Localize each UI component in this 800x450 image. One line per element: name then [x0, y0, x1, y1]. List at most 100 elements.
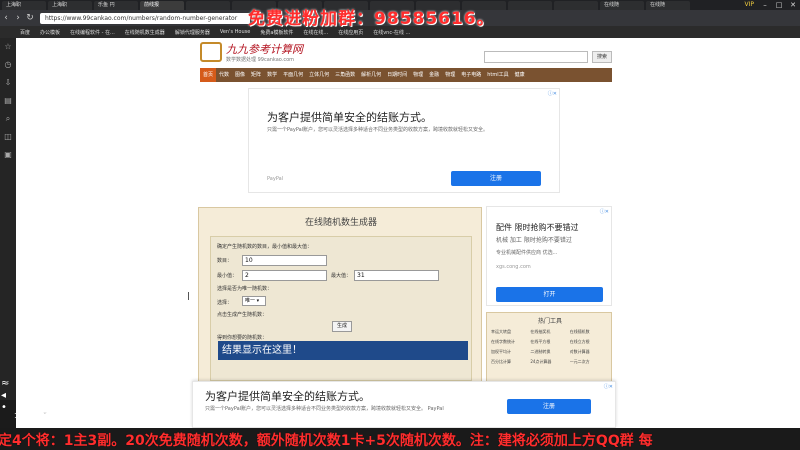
generate-button[interactable]: 生成 — [332, 321, 352, 332]
ad-register-button[interactable]: 注册 — [507, 399, 591, 414]
download-icon[interactable]: ⇩ — [0, 74, 16, 92]
bookmark-item[interactable]: 在线随机数生成器 — [125, 29, 165, 36]
browser-tab[interactable] — [508, 0, 552, 10]
hot-tool-link[interactable]: 幸运大转盘 — [491, 329, 530, 335]
hot-tool-link[interactable]: 百分比计算 — [491, 359, 530, 365]
ad-banner-top[interactable]: ⓘ✕ 为客户提供简单安全的结账方式。 只需一个PayPal账户，您可以灵活选择多… — [248, 88, 560, 193]
nav-item-home[interactable]: 首页 — [200, 68, 217, 82]
result-label: 得到你想要的随机数： — [217, 335, 268, 341]
hot-tool-link[interactable]: 在线抽奖机 — [530, 329, 569, 335]
viewer-counter: 10423188 — [14, 412, 48, 420]
nav-item[interactable]: 平面几何 — [280, 68, 306, 82]
translate-icon[interactable]: ◫ — [0, 128, 16, 146]
max-label: 最大值： — [331, 273, 352, 279]
ad-side-right[interactable]: ⓘ✕ 配件 限时抢购不要错过 机械 加工 限时抢购不要错过 专业机械配件供应商 … — [486, 206, 612, 306]
hot-tools-panel: 热门工具 幸运大转盘 在线抽奖机 在线随机数 在线字数统计 在线平方根 在线立方… — [486, 312, 612, 382]
hot-tool-link[interactable]: 24点计算器 — [530, 359, 569, 365]
count-label: 数目： — [217, 258, 233, 264]
nav-item[interactable]: html工具 — [484, 68, 511, 82]
site-logo-subtitle: 数学数据处理 99cankao.com — [226, 57, 295, 63]
maximize-icon[interactable]: □ — [772, 0, 786, 10]
min-label: 最小值： — [217, 273, 238, 279]
hot-tool-link[interactable]: 二进制转换 — [530, 349, 569, 355]
vip-badge[interactable]: VIP — [745, 0, 755, 10]
browser-tab[interactable]: 乐鱼 円 — [94, 0, 138, 10]
hot-tool-link[interactable]: 在线随机数 — [570, 329, 609, 335]
select-label: 选择： — [217, 300, 233, 306]
browser-tab[interactable]: 上海职 — [2, 0, 46, 10]
nav-item[interactable]: 健康 — [512, 68, 528, 82]
chevron-down-icon: ▾ — [255, 298, 260, 304]
site-logo-icon[interactable] — [200, 42, 222, 62]
ad-info-icon[interactable]: ⓘ✕ — [600, 208, 609, 215]
ad-info-icon[interactable]: ⓘ✕ — [548, 90, 557, 97]
bookmark-item[interactable]: 办公模板 — [40, 29, 60, 36]
hot-tool-link[interactable]: 对数计算器 — [570, 349, 609, 355]
browser-tab[interactable] — [554, 0, 598, 10]
ad-register-button[interactable]: 注册 — [451, 171, 541, 186]
browser-tab-active[interactable]: 前线报 — [140, 0, 184, 10]
bag-icon[interactable]: ▣ — [0, 146, 16, 164]
site-header: 九九参考计算网 数学数据处理 99cankao.com 搜索 — [200, 38, 612, 68]
url-input[interactable]: https://www.99cankao.com/numbers/random-… — [40, 12, 250, 24]
bookmark-item[interactable]: 免费a模板软件 — [260, 29, 293, 36]
browser-sidebar: ☆ ◷ ⇩ ▤ ⌕ ◫ ▣ — [0, 38, 16, 400]
nav-item[interactable]: 三角函数 — [332, 68, 358, 82]
nav-item[interactable]: 物理 — [410, 68, 426, 82]
unique-select[interactable]: 唯一 ▾ — [242, 296, 266, 306]
star-icon[interactable]: ☆ — [0, 38, 16, 56]
bookmark-item[interactable]: 百度 — [20, 29, 30, 36]
nav-item[interactable]: 日期时间 — [384, 68, 410, 82]
click-label: 点击生成产生随机数： — [217, 312, 268, 318]
ad-domain: xgs.cong.com — [496, 264, 531, 270]
ad-info-icon[interactable]: ⓘ✕ — [604, 383, 613, 390]
count-input[interactable]: 10 — [242, 255, 327, 266]
site-search-input[interactable] — [484, 51, 588, 63]
browser-tab[interactable]: 上海职 — [48, 0, 92, 10]
hot-tool-link[interactable]: 加权平均计 — [491, 349, 530, 355]
ad-banner-bottom[interactable]: ⓘ✕ 为客户提供简单安全的结账方式。 只需一个PayPal账户，您可以灵活选择多… — [192, 381, 616, 428]
nav-item[interactable]: 金融 — [426, 68, 442, 82]
bookmark-item[interactable]: 在线应用页 — [338, 29, 363, 36]
note-icon[interactable]: ▤ — [0, 92, 16, 110]
hot-tool-link[interactable]: 在线字数统计 — [491, 339, 530, 345]
nav-item[interactable]: 物理 — [442, 68, 458, 82]
stream-side-icon: ≈ ◂ • — [1, 378, 10, 413]
bookmark-item[interactable]: 解锁代理服务器 — [175, 29, 210, 36]
nav-item[interactable]: 图像 — [232, 68, 248, 82]
ad-body: 只需一个PayPal账户，您可以灵活选择多种适合不同业务类型的收款方案，跨境收款… — [205, 406, 444, 412]
ad-body: 只需一个PayPal账户，您可以灵活选择多种适合不同业务类型的收款方案，跨境收款… — [267, 127, 489, 133]
minimize-icon[interactable]: – — [758, 0, 772, 10]
browser-tab[interactable] — [186, 0, 230, 10]
bookmark-item[interactable]: Ven's House — [220, 29, 251, 35]
ad-brand: PayPal — [267, 176, 284, 182]
browser-tab[interactable]: 在线随 — [646, 0, 690, 10]
hot-tool-link[interactable]: 一元二次方 — [570, 359, 609, 365]
search-icon[interactable]: ⌕ — [0, 110, 16, 128]
nav-item[interactable]: 解析几何 — [358, 68, 384, 82]
min-input[interactable]: 2 — [242, 270, 327, 281]
bookmark-item[interactable]: 在线在线... — [303, 29, 328, 36]
forward-icon[interactable]: › — [12, 13, 24, 23]
hot-tools-list: 幸运大转盘 在线抽奖机 在线随机数 在线字数统计 在线平方根 在线立方根 加权平… — [491, 329, 609, 365]
reload-icon[interactable]: ↻ — [24, 13, 36, 23]
site-nav: 首页 代数 图像 矩阵 数学 平面几何 立体几何 三角函数 解析几何 日期时间 … — [200, 68, 612, 82]
hot-tool-link[interactable]: 在线立方根 — [570, 339, 609, 345]
bookmark-item[interactable]: 在线vnc-在线 ... — [373, 29, 410, 36]
nav-item[interactable]: 数学 — [264, 68, 280, 82]
nav-item[interactable]: 立体几何 — [306, 68, 332, 82]
nav-item[interactable]: 代数 — [216, 68, 232, 82]
max-input[interactable]: 31 — [354, 270, 439, 281]
nav-item[interactable]: 矩阵 — [248, 68, 264, 82]
nav-item[interactable]: 电子电路 — [458, 68, 484, 82]
browser-tab[interactable]: 在线随 — [600, 0, 644, 10]
stream-bottom-banner: 定4个将：1主3副。20次免费随机次数，额外随机次数1卡+5次随机次数。注：建将… — [0, 433, 653, 449]
hot-tool-link[interactable]: 在线平方根 — [530, 339, 569, 345]
close-icon[interactable]: ✕ — [786, 0, 800, 10]
ad-open-button[interactable]: 打开 — [496, 287, 603, 302]
bookmark-item[interactable]: 在线编程软件 - 在... — [70, 29, 115, 36]
back-icon[interactable]: ‹ — [0, 13, 12, 23]
site-search-button[interactable]: 搜索 — [592, 51, 612, 63]
history-icon[interactable]: ◷ — [0, 56, 16, 74]
site-logo-title[interactable]: 九九参考计算网 — [226, 41, 303, 57]
